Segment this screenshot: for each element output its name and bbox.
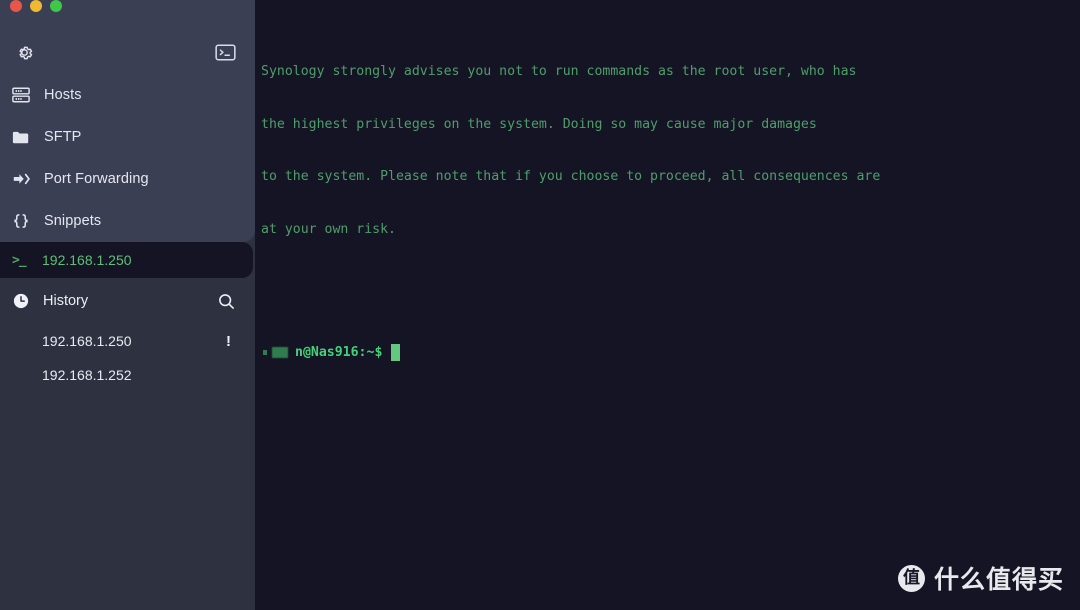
watermark-logo: 值	[897, 564, 925, 592]
history-item-label: 192.168.1.250	[42, 333, 132, 349]
zoom-button[interactable]	[50, 0, 62, 12]
prompt-path: ~	[366, 344, 375, 360]
prompt-host: Nas916	[310, 344, 359, 360]
folder-icon	[12, 126, 36, 148]
terminal-pane[interactable]: Synology strongly advises you not to run…	[255, 0, 1080, 610]
gear-icon	[18, 46, 32, 59]
sidebar-item-port-forwarding[interactable]: Port Forwarding	[0, 158, 255, 200]
new-terminal-button[interactable]	[213, 42, 237, 62]
sidebar-item-sftp[interactable]: SFTP	[0, 116, 255, 158]
shell-prompt: n @ Nas916: ~ $	[261, 343, 1080, 362]
terminal-line: Synology strongly advises you not to run…	[261, 64, 857, 79]
watermark-text: 什么值得买	[933, 565, 1064, 594]
watermark: 值 什么值得买	[897, 560, 1064, 596]
sidebar-toolbar	[0, 38, 255, 68]
history-item[interactable]: 192.168.1.250 !	[0, 324, 255, 358]
sidebar-item-snippets[interactable]: Snippets	[0, 200, 255, 242]
text-cursor	[391, 344, 401, 361]
settings-button[interactable]	[13, 41, 35, 63]
search-icon[interactable]	[217, 292, 235, 310]
sidebar: Hosts SFTP Port Forwarding Snippets >_ 1…	[0, 0, 255, 610]
active-session-tab[interactable]: >_ 192.168.1.250	[0, 242, 253, 278]
prompt-user: n	[295, 344, 303, 360]
sidebar-nav: Hosts SFTP Port Forwarding Snippets	[0, 74, 255, 242]
curly-braces-icon	[12, 210, 36, 232]
history-item-label: 192.168.1.252	[42, 367, 132, 383]
terminal-line: the highest privileges on the system. Do…	[261, 116, 817, 132]
arrow-right-icon	[12, 168, 36, 190]
clock-icon	[13, 293, 33, 309]
prompt-at: @	[302, 344, 311, 360]
close-button[interactable]	[10, 0, 22, 12]
sidebar-item-label: Hosts	[44, 87, 82, 103]
terminal-output: Synology strongly advises you not to run…	[261, 28, 1080, 397]
terminal-icon	[214, 44, 236, 60]
prompt-sigil: $	[374, 344, 383, 360]
history-title: History	[43, 293, 89, 309]
history-header[interactable]: History	[0, 278, 255, 324]
prompt-separator: :	[358, 344, 367, 360]
sidebar-item-label: SFTP	[44, 129, 82, 145]
redacted-username	[261, 346, 295, 359]
history-item[interactable]: 192.168.1.252	[0, 358, 255, 392]
app-window: Hosts SFTP Port Forwarding Snippets >_ 1…	[0, 0, 1080, 610]
prompt-icon: >_	[12, 252, 27, 268]
alert-badge: !	[226, 332, 231, 350]
sidebar-item-label: Snippets	[44, 213, 102, 229]
minimize-button[interactable]	[30, 0, 42, 12]
terminal-line: to the system. Please note that if you c…	[261, 169, 881, 184]
sidebar-item-label: Port Forwarding	[44, 171, 149, 187]
active-session-label: 192.168.1.250	[42, 252, 132, 268]
sidebar-top-panel: Hosts SFTP Port Forwarding Snippets	[0, 0, 255, 242]
history-panel: History 192.168.1.250 ! 192.168.1.252	[0, 278, 255, 610]
server-rack-icon	[12, 84, 36, 106]
window-controls	[10, 0, 62, 15]
sidebar-item-hosts[interactable]: Hosts	[0, 74, 255, 116]
terminal-line: at your own risk.	[261, 221, 396, 237]
